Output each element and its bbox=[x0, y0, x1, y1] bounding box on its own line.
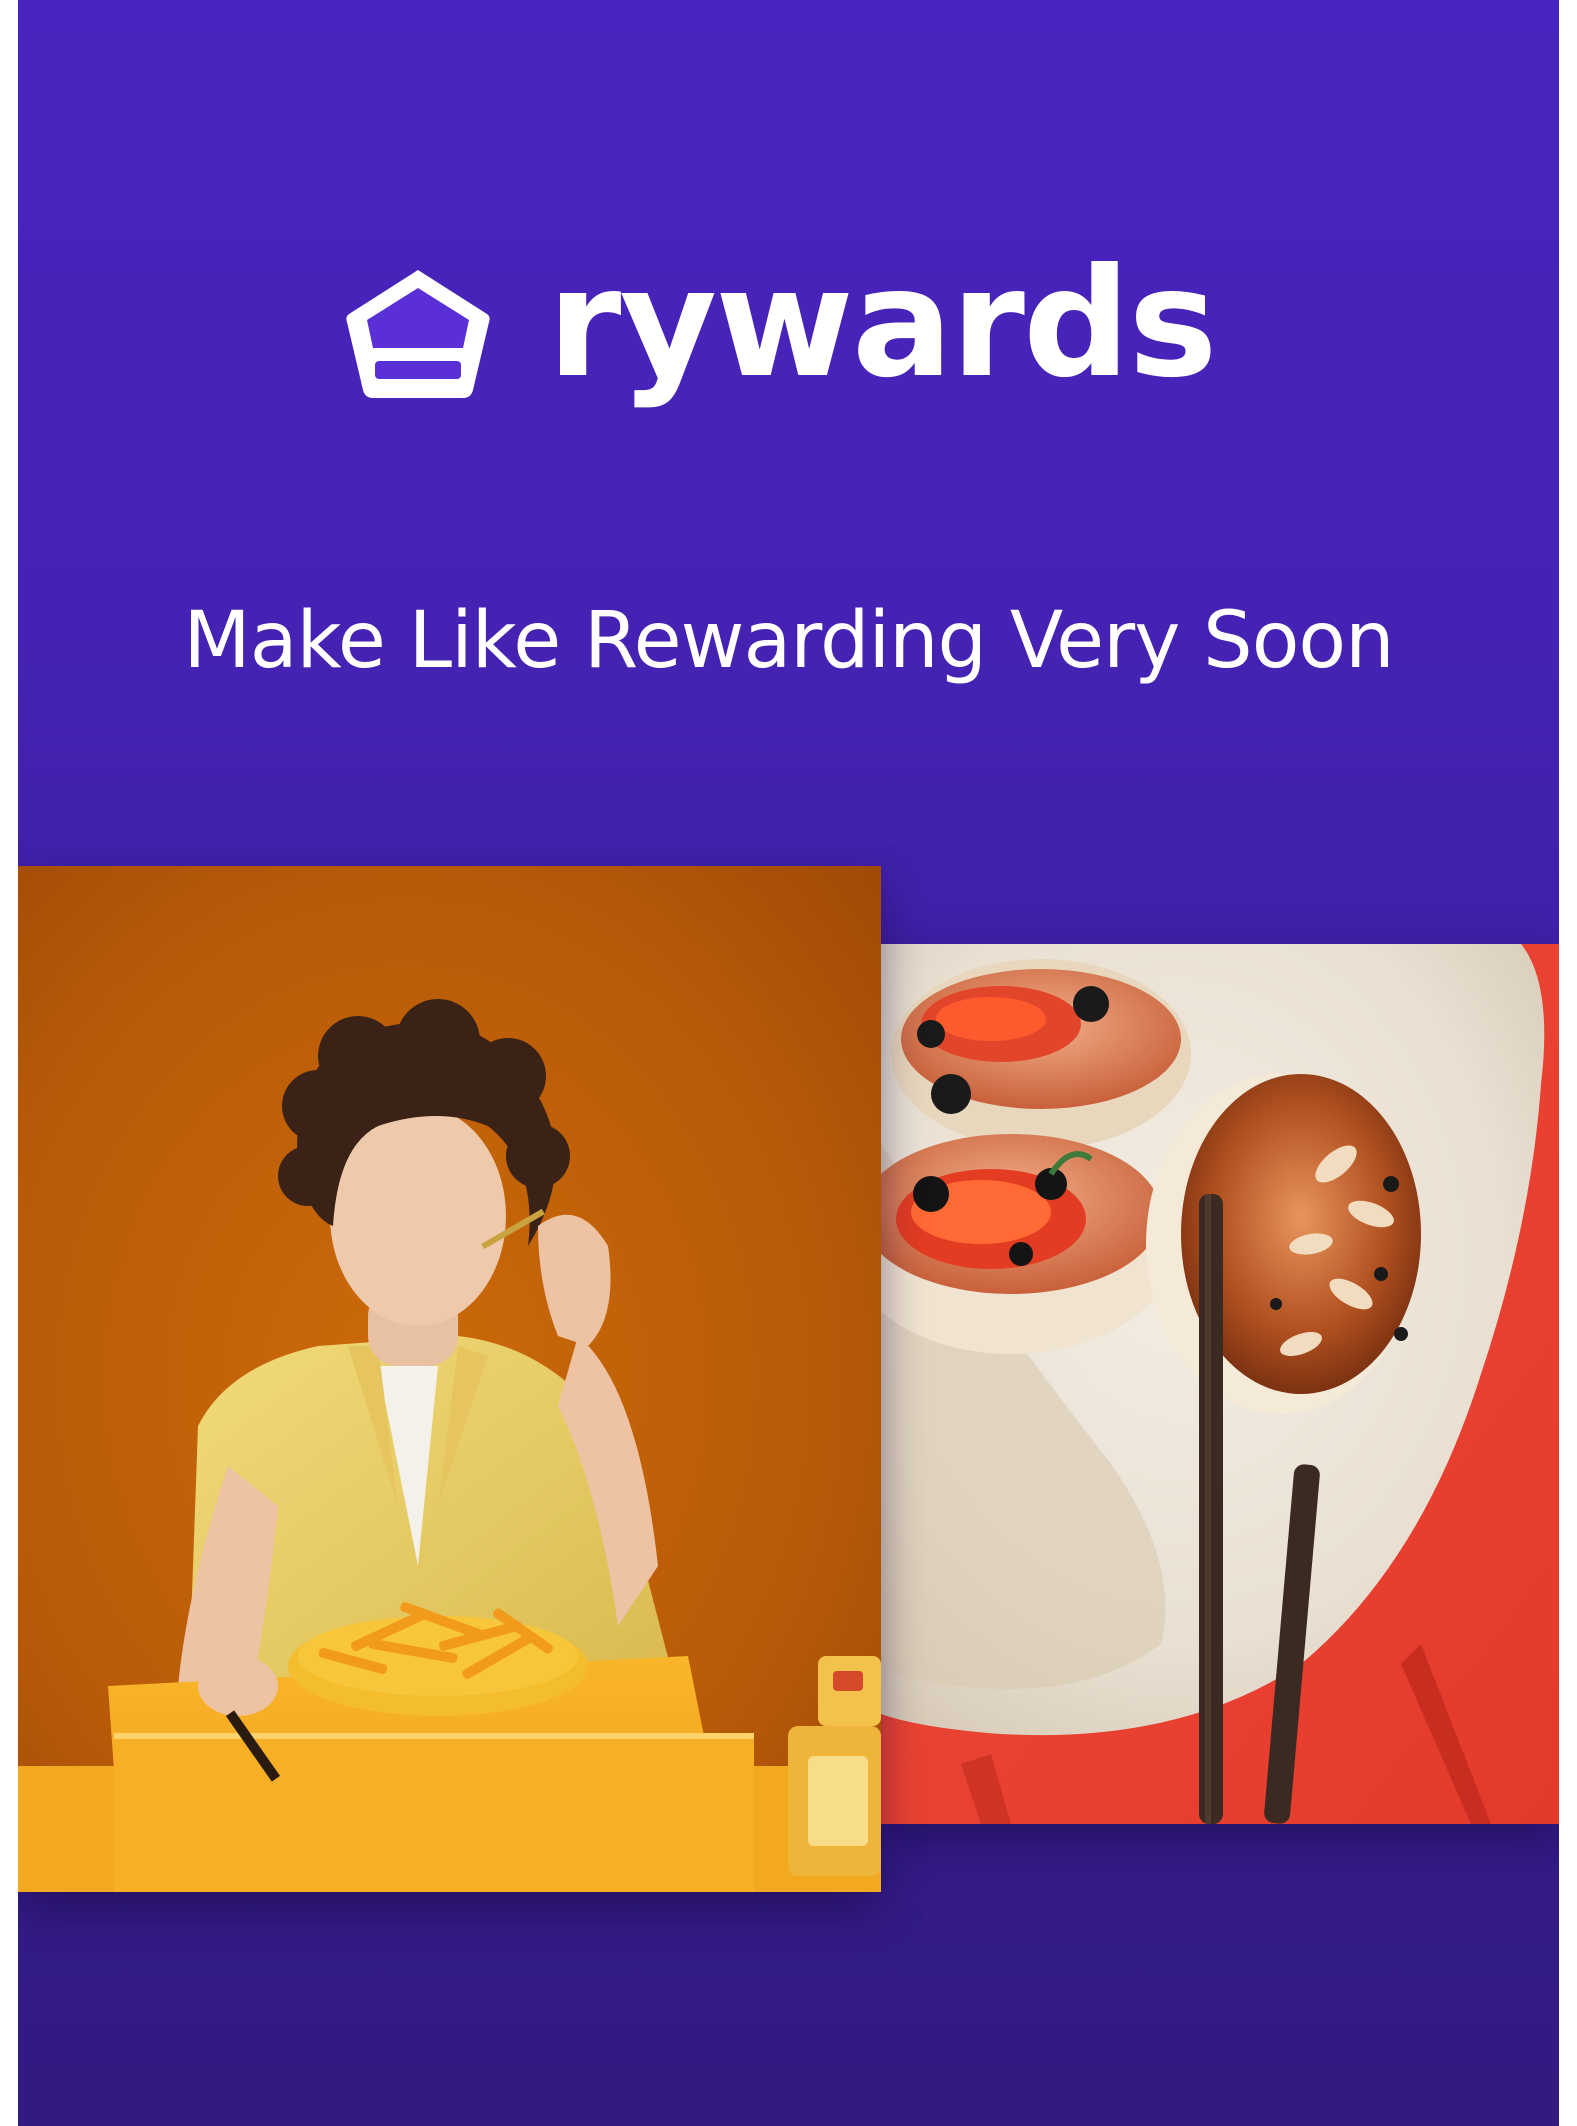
hero-tagline: Make Like Rewarding Very Soon bbox=[183, 596, 1394, 686]
brand-lockup: rywards bbox=[341, 249, 1218, 404]
photo-person-eating bbox=[18, 866, 881, 1892]
promo-poster: rywards Make Like Rewarding Very Soon bbox=[18, 0, 1559, 2126]
sushi-image bbox=[881, 944, 1559, 1824]
person-eating-image bbox=[18, 866, 881, 1892]
pentagon-house-icon bbox=[346, 270, 491, 398]
brand-header: rywards bbox=[18, 249, 1559, 404]
photo-sushi bbox=[881, 944, 1559, 1824]
brand-name: rywards bbox=[547, 237, 1217, 411]
